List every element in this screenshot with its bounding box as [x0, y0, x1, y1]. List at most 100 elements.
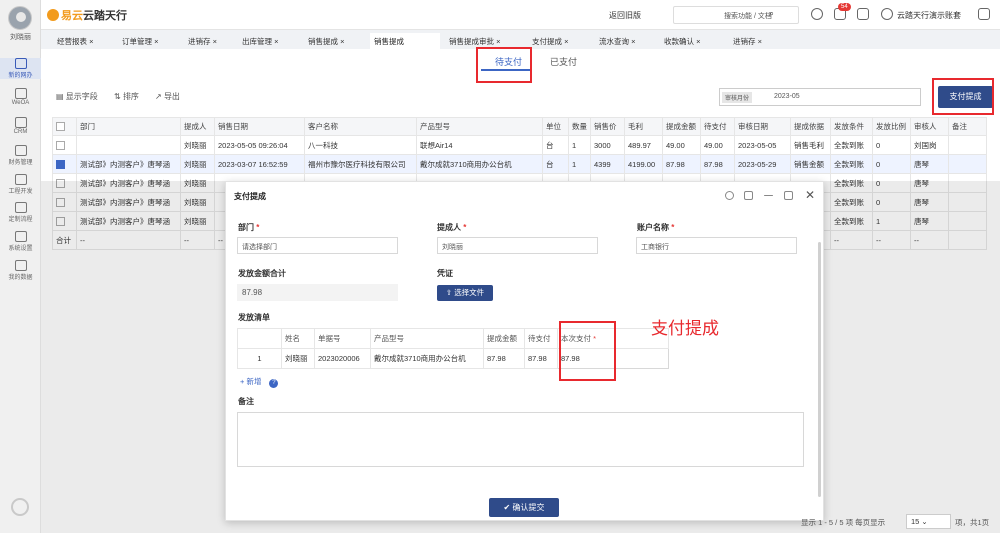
search-icon[interactable]: ⌕	[769, 8, 781, 20]
sidebar-item-data[interactable]: 我的数据	[0, 260, 41, 281]
gear-icon[interactable]	[11, 498, 29, 516]
row-select-cell[interactable]	[52, 154, 77, 174]
table-cell: 4399	[590, 154, 625, 174]
account-name[interactable]: 云踏天行演示账套	[897, 10, 961, 21]
moon-icon[interactable]	[811, 8, 823, 20]
column-header[interactable]: 备注	[948, 117, 987, 136]
sidebar-item-crm[interactable]: CRM	[0, 117, 41, 135]
table-cell: 2023-05-29	[734, 154, 791, 174]
finance-icon	[14, 145, 27, 156]
close-icon[interactable]: ✕	[805, 188, 815, 202]
per-page-select[interactable]: 15 ⌄	[906, 514, 951, 529]
list-cell: 戴尔成就3710商用办公台机	[370, 348, 484, 369]
column-header[interactable]: 毛利	[624, 117, 663, 136]
document-icon[interactable]	[857, 8, 869, 20]
list-label: 发放清单	[238, 313, 270, 322]
table-row[interactable]: 测试部》内测客户》唐琴涵 刘晓丽 2023-03-07 16:52:59 福州市豫尔医…	[52, 154, 987, 174]
column-header[interactable]: 部门	[76, 117, 181, 136]
table-cell: 全款到账	[830, 154, 873, 174]
column-header[interactable]: 发放条件	[830, 117, 873, 136]
column-header[interactable]: 产品型号	[416, 117, 543, 136]
tab-inventory[interactable]: 进销存 ×	[184, 33, 217, 49]
pager-summary: 显示 1 - 5 / 5 项 每页显示	[801, 518, 886, 527]
new-office-icon	[14, 58, 27, 69]
print-icon[interactable]	[744, 191, 753, 200]
choose-file-button[interactable]: ⇧ 选择文件	[437, 285, 493, 301]
month-filter[interactable]: 审核月份 2023-05	[719, 88, 921, 106]
column-header[interactable]: 单位	[542, 117, 569, 136]
sidebar-item-custom-flow[interactable]: 定制流程	[0, 202, 41, 223]
tab-flow-query[interactable]: 流水查询 ×	[595, 33, 635, 49]
row-checkbox[interactable]	[56, 140, 65, 150]
person-label: 提成人 *	[437, 223, 467, 232]
column-header[interactable]: 审核人	[910, 117, 949, 136]
table-cell: 刘国岗	[910, 135, 949, 155]
avatar[interactable]	[8, 6, 32, 30]
column-header[interactable]: 发放比例	[872, 117, 911, 136]
tab-pay-commission[interactable]: 支付提成 ×	[528, 33, 568, 49]
column-header[interactable]: 销售日期	[214, 117, 305, 136]
weoa-icon	[14, 88, 27, 99]
sidebar-item-finance[interactable]: 财务管理	[0, 145, 41, 166]
table-cell: 87.98	[700, 154, 735, 174]
sort-button[interactable]: ⇅ 排序	[114, 91, 139, 102]
tab-outbound[interactable]: 出库管理 ×	[238, 33, 278, 49]
tab-order-mgmt[interactable]: 订单管理 ×	[118, 33, 158, 49]
dept-field[interactable]: 请选择部门	[237, 237, 398, 254]
column-header[interactable]: 销售价	[590, 117, 625, 136]
sidebar-item-settings[interactable]: 系统设置	[0, 231, 41, 252]
tab-inventory-2[interactable]: 进销存 ×	[729, 33, 762, 49]
row-select-cell[interactable]	[52, 135, 77, 155]
select-all-checkbox[interactable]	[56, 122, 65, 132]
tab-sales-commission-active[interactable]: 销售提成	[370, 33, 440, 49]
settings-icon	[14, 231, 27, 242]
pay-commission-modal: 支付提成 ✕ 部门 * 请选择部门 提成人 * 刘晓丽 账户名称 * 工商银行 …	[225, 181, 824, 521]
table-cell: 0	[872, 154, 911, 174]
remark-textarea[interactable]	[237, 412, 804, 467]
user-name: 刘晓丽	[10, 34, 31, 41]
column-header[interactable]: 提成依据	[790, 117, 831, 136]
grid-icon	[14, 202, 27, 213]
tab-payment-confirm[interactable]: 收款确认 ×	[660, 33, 700, 49]
export-button[interactable]: ↗ 导出	[155, 91, 180, 102]
column-header[interactable]: 数量	[568, 117, 591, 136]
list-header-cell: 单据号	[314, 328, 371, 349]
table-cell: 联想Air14	[416, 135, 543, 155]
add-row-button[interactable]: + 新增?	[240, 376, 279, 388]
modal-title: 支付提成	[234, 192, 266, 201]
filter-search-icon[interactable]	[900, 88, 921, 106]
maximize-icon[interactable]	[784, 191, 793, 200]
table-cell: 测试部》内测客户》唐琴涵	[76, 154, 181, 174]
sidebar-item-weoa[interactable]: WeOA	[0, 88, 41, 106]
sidebar-item-engineering[interactable]: 工程开发	[0, 174, 41, 195]
column-header[interactable]: 客户名称	[304, 117, 417, 136]
column-header[interactable]: 提成人	[180, 117, 215, 136]
account-select[interactable]: 工商银行	[636, 237, 797, 254]
table-cell: 87.98	[662, 154, 701, 174]
confirm-submit-button[interactable]: ✔ 确认提交	[489, 498, 559, 517]
column-header[interactable]: 审核日期	[734, 117, 791, 136]
modal-scrollbar[interactable]	[818, 242, 821, 497]
tab-business-report[interactable]: 经营报表 ×	[53, 33, 93, 49]
row-checkbox[interactable]	[56, 159, 65, 169]
back-to-old-version-link[interactable]: 返回旧版	[609, 10, 641, 21]
minimize-icon[interactable]	[764, 195, 773, 196]
settings-icon[interactable]	[725, 191, 734, 200]
top-bar: 易云云踏天行 返回旧版 搜索功能 / 文档 ⌕ 54 云踏天行演示账套	[41, 0, 1000, 30]
sidebar-item-new-office[interactable]: 新的网办	[0, 58, 41, 79]
grid-icon	[14, 174, 27, 185]
show-fields-button[interactable]: ▤ 显示字段	[56, 91, 98, 102]
logout-icon[interactable]	[978, 8, 990, 20]
list-cell: 2023020006	[314, 348, 371, 369]
tab-paid[interactable]: 已支付	[550, 55, 577, 68]
column-header[interactable]: 待支付	[700, 117, 735, 136]
person-field[interactable]: 刘晓丽	[437, 237, 598, 254]
filter-label: 审核月份	[722, 92, 753, 103]
user-icon[interactable]	[881, 8, 893, 20]
help-icon[interactable]: ?	[269, 379, 279, 388]
account-label: 账户名称 *	[637, 223, 675, 232]
table-row[interactable]: 刘晓丽 2023-05-05 09:26:04 八一科技 联想Air14 台 1 3000 4…	[52, 135, 987, 155]
select-all-cell[interactable]	[52, 117, 77, 136]
column-header[interactable]: 提成金额	[662, 117, 701, 136]
tab-sales-commission[interactable]: 销售提成 ×	[304, 33, 344, 49]
